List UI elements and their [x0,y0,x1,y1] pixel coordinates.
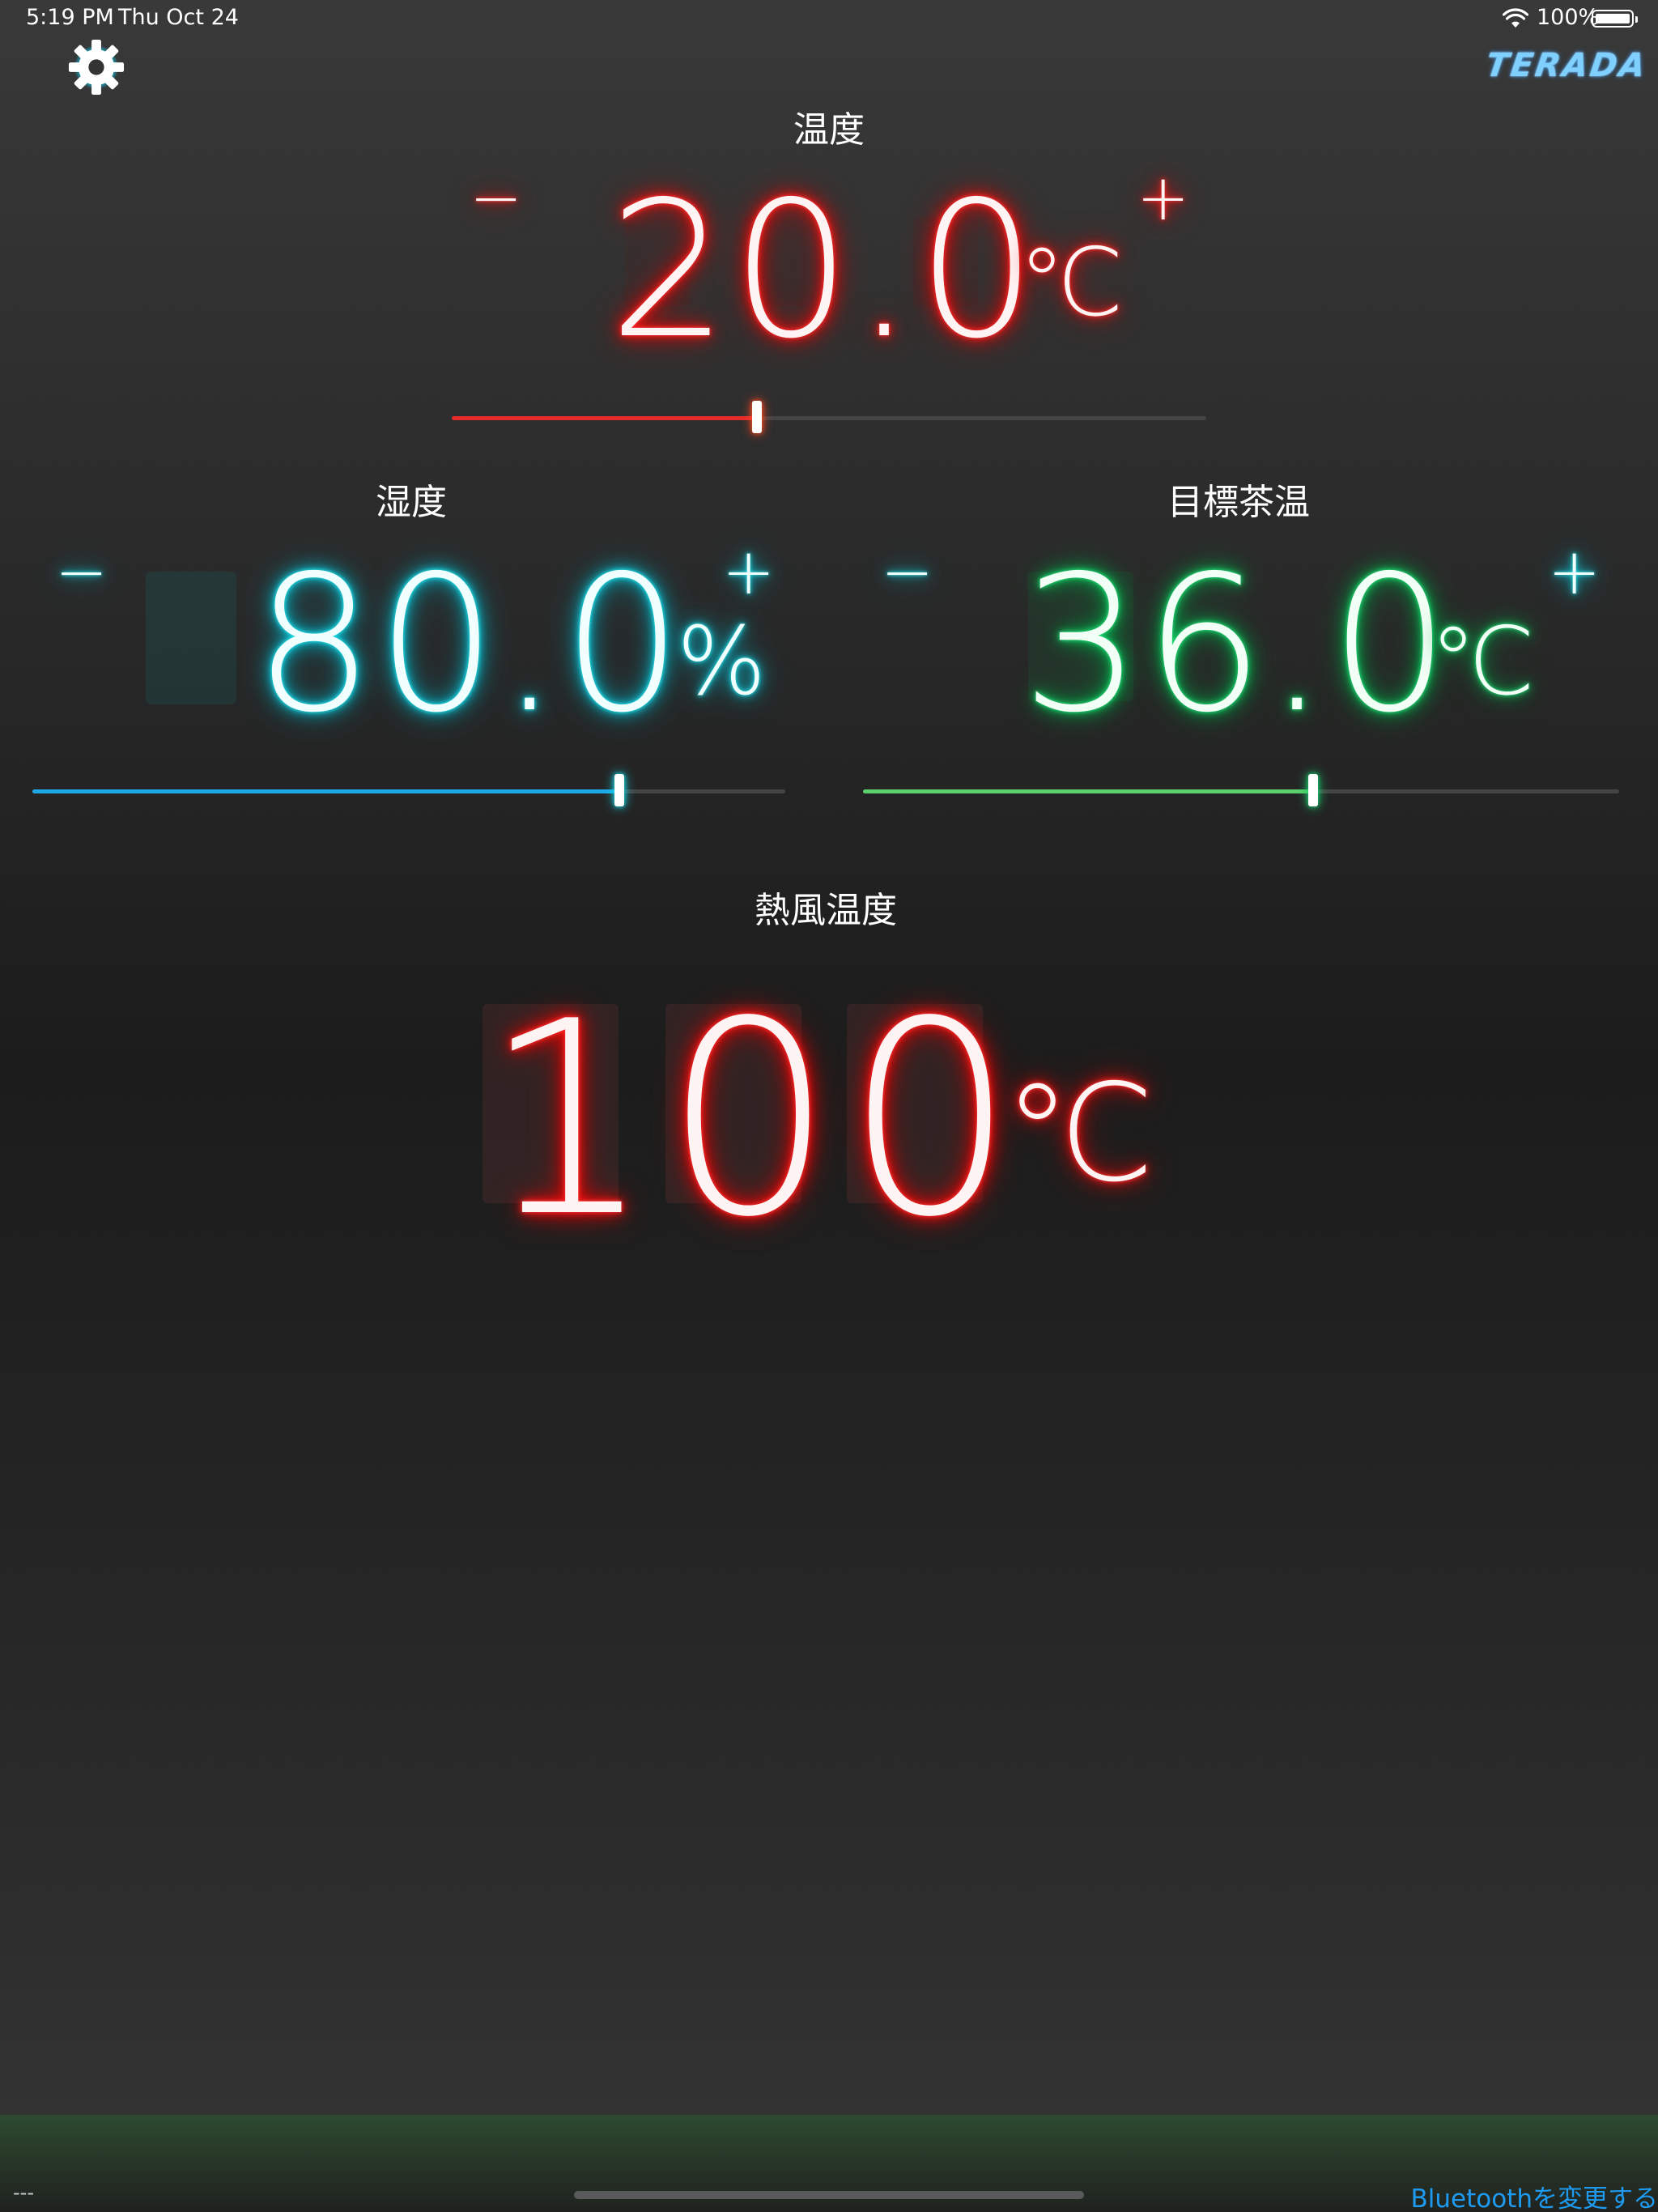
humidity-digit-ghost [146,572,236,704]
target-tea-temp-slider[interactable] [863,774,1619,806]
temperature-slider-fill [452,416,758,420]
temperature-minus-button[interactable]: − [470,167,522,230]
battery-icon [1592,10,1638,28]
gear-icon[interactable] [66,37,126,97]
temperature-value: 20.0 [609,161,1040,380]
status-date: Thu Oct 24 [118,5,239,30]
humidity-value: 80.0 [254,535,686,754]
humidity-slider[interactable] [32,774,785,806]
wifi-icon [1503,8,1528,28]
humidity-plus-button[interactable]: + [722,541,775,604]
humidity-slider-fill [32,789,620,793]
target-tea-temp-slider-fill [863,789,1313,793]
temperature-label: 温度 [793,109,865,151]
hot-air-temp-value: 100 [483,964,1027,1275]
battery-percent: 100% [1537,5,1600,30]
temperature-plus-button[interactable]: + [1137,167,1189,230]
hot-air-temp-label: 熱風温度 [755,890,897,931]
target-tea-temp-label: 目標茶温 [1167,482,1310,523]
target-tea-temp-unit: ℃ [1430,607,1536,717]
status-time: 5:19 PM [26,5,114,30]
temperature-unit: ℃ [1018,228,1124,338]
home-indicator [574,2191,1084,2199]
temperature-slider[interactable] [452,401,1206,433]
target-tea-temp-value: 36.0 [1022,535,1453,754]
humidity-unit: % [677,607,767,717]
humidity-minus-button[interactable]: − [55,541,108,604]
target-tea-temp-plus-button[interactable]: + [1548,541,1601,604]
terada-logo: TERADA [1483,47,1650,84]
target-tea-temp-slider-thumb[interactable] [1307,774,1318,806]
humidity-label: 湿度 [376,482,447,523]
temperature-slider-thumb[interactable] [752,401,763,433]
hot-air-temp-unit: ℃ [1004,1056,1155,1212]
connection-status-text: --- [13,2181,34,2204]
humidity-slider-thumb[interactable] [614,774,625,806]
change-bluetooth-link[interactable]: Bluetoothを変更する [1411,2178,1658,2212]
target-tea-temp-minus-button[interactable]: − [881,541,933,604]
